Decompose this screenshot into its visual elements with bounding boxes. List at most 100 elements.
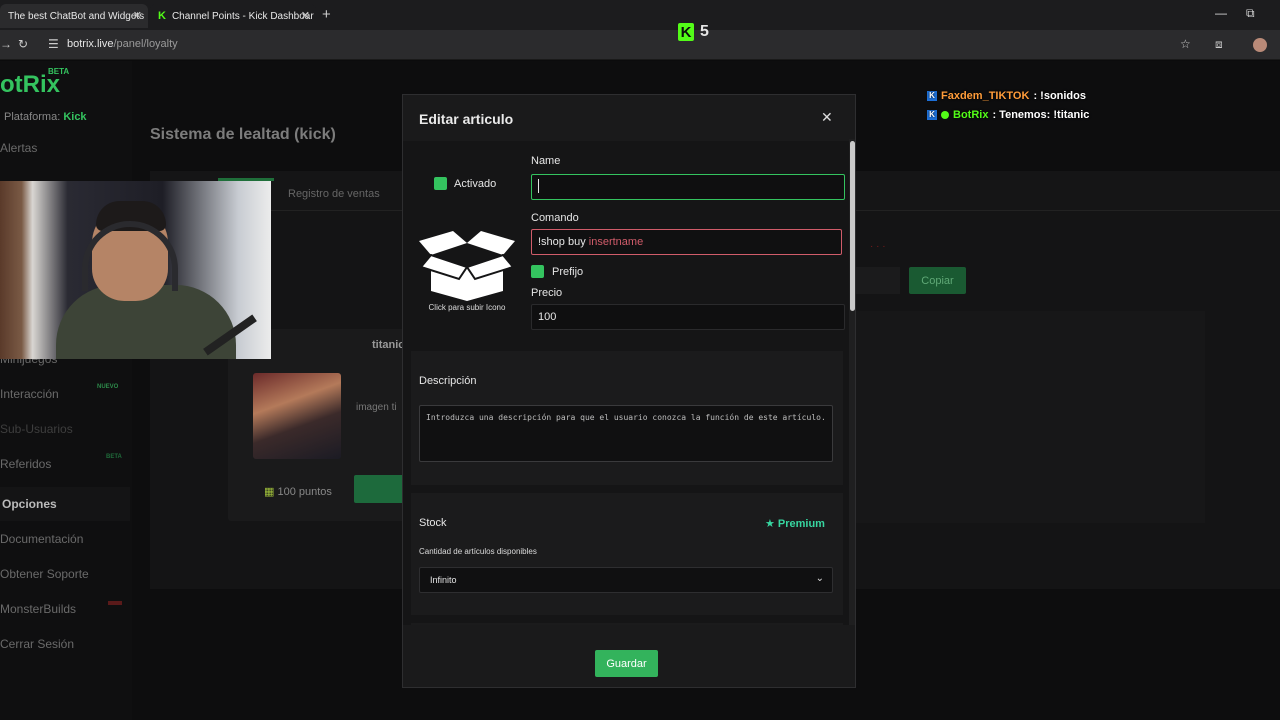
secondary-button[interactable] [852,267,900,294]
chat-text: : Tenemos: !titanic [992,109,1090,121]
sidebar-item-alertas[interactable]: Alertas [0,141,37,155]
descripcion-textarea[interactable]: Introduzca una descripción para que el u… [419,405,833,462]
chat-message: K Faxdem_TIKTOK : !sonidos [927,90,1086,102]
sidebar-item-monsterbuilds[interactable]: MonsterBuilds [0,602,76,616]
name-label: Name [531,155,561,167]
profile-avatar[interactable] [1253,38,1267,52]
sidebar-item-subusuarios[interactable]: Sub-Usuarios [0,422,73,436]
item-card-image [253,373,341,459]
guardar-button[interactable]: Guardar [595,650,658,677]
activado-checkbox[interactable]: Activado [434,177,496,190]
info-box [850,311,1205,523]
prefijo-label: Prefijo [552,265,584,278]
minimize-icon[interactable]: — [1215,6,1227,20]
modal-body: Activado Click para subir Icono Name Com… [403,141,849,625]
copy-button[interactable]: Copiar [909,267,966,294]
descripcion-section: Descripción Introduzca una descripción p… [411,351,843,485]
kick-badge-icon: K [927,91,937,101]
tab-registro-ventas[interactable]: Registro de ventas [288,188,380,200]
stock-select[interactable]: Infinito ⌄ [419,567,833,593]
sidebar-item-referidos[interactable]: Referidos [0,457,51,471]
chat-message: K BotRix : Tenemos: !titanic [927,109,1089,121]
comando-input[interactable]: !shop buy insertname [531,229,842,255]
item-card-action-button[interactable] [354,475,408,503]
monsterbuilds-badge [108,601,122,605]
precio-input[interactable]: 100 [531,304,845,330]
browser-tab-botrix[interactable]: The best ChatBot and Widgets ✕ [0,4,148,28]
extensions-icon[interactable]: ⧈ [1215,37,1223,52]
precio-label: Precio [531,287,563,299]
forward-icon[interactable]: → [0,37,12,51]
tab-title: The best ChatBot and Widgets [8,10,145,22]
points-value: 100 puntos [277,486,332,498]
close-icon[interactable]: ✕ [821,109,833,126]
modal-scrollbar-thumb[interactable] [850,141,855,311]
activado-label: Activado [454,177,497,190]
chevron-down-icon: ⌄ [815,573,824,584]
close-tab-icon[interactable]: ✕ [301,9,310,22]
item-card-points: ▦ 100 puntos [264,485,332,498]
kick-badge-icon: K [927,110,937,120]
kick-viewer-badge: K 5 [678,23,709,41]
prefijo-checkbox[interactable]: Prefijo [531,265,583,278]
upload-icon-caption: Click para subir Icono [428,303,506,312]
url-path: /panel/loyalty [113,38,178,50]
chat-text: : !sonidos [1033,90,1086,102]
browser-tab-kick[interactable]: K Channel Points - Kick Dashboar ✕ [150,4,316,28]
sidebar-section-opciones: Opciones [0,487,130,521]
next-section [411,623,843,625]
upload-icon-area[interactable]: Click para subir Icono [411,207,523,319]
kick-favicon-icon: K [158,10,166,22]
sidebar-item-interaccion[interactable]: Interacción [0,387,59,401]
comando-prefix: !shop buy [538,236,589,248]
chat-username: BotRix [953,109,989,121]
reload-icon[interactable]: ↻ [18,37,28,51]
item-card-subtitle: imagen ti [356,402,397,413]
sidebar-item-cerrar-sesion[interactable]: Cerrar Sesión [0,637,74,651]
beta-badge: BETA [106,454,122,460]
webcam-overlay [0,181,271,359]
text-caret [538,179,539,193]
page-title: Sistema de lealtad (kick) [150,126,336,143]
platform-label: Plataforma: [4,111,61,123]
viewer-count: 5 [700,23,709,40]
name-input[interactable] [531,174,845,200]
stock-section: Stock ★ Premium Cantidad de artículos di… [411,493,843,615]
premium-badge: ★ Premium [765,517,825,531]
platform-indicator: Plataforma: Kick [4,111,87,123]
bookmark-star-icon[interactable]: ☆ [1180,37,1191,51]
sidebar-item-documentacion[interactable]: Documentación [0,532,83,546]
site-info-icon[interactable]: ☰ [48,37,59,51]
stock-label: Stock [419,517,447,529]
close-tab-icon[interactable]: ✕ [133,9,142,22]
status-hint: · · · [870,241,886,252]
coins-icon: ▦ [264,486,275,498]
app-logo: otRix BETA [0,67,69,99]
platform-value: Kick [63,111,87,123]
comando-param: insertname [588,236,644,248]
kick-logo-icon: K [678,23,694,41]
sidebar-item-soporte[interactable]: Obtener Soporte [0,567,89,581]
sidebar: otRix BETA Plataforma: Kick Alertas Mini… [0,61,132,720]
verified-icon [941,111,949,119]
star-icon: ★ [765,518,775,530]
stock-select-value: Infinito [430,575,457,585]
url-field[interactable]: botrix.live/panel/loyalty [67,38,178,50]
stock-sublabel: Cantidad de artículos disponibles [419,547,537,556]
premium-label: Premium [777,517,825,530]
beta-badge: BETA [48,67,70,76]
address-bar: → ↻ ☰ botrix.live/panel/loyalty ☆ ⧈ [0,30,1280,60]
tab-title: Channel Points - Kick Dashboar [171,10,314,22]
edit-item-modal: Editar articulo ✕ Activado Click para su… [402,94,856,688]
url-host: botrix.live [67,38,114,50]
modal-title: Editar articulo [419,111,514,127]
descripcion-label: Descripción [419,375,477,387]
item-card-title: titanic [372,339,405,351]
new-tab-icon[interactable]: + [322,6,331,23]
browser-tabbar: The best ChatBot and Widgets ✕ K Channel… [0,0,1280,30]
new-badge: NUEVO [97,384,119,390]
checkbox-checked-icon [434,177,447,190]
comando-label: Comando [531,212,579,224]
chat-username: Faxdem_TIKTOK [941,90,1030,102]
restore-icon[interactable]: ⧉ [1246,6,1255,21]
